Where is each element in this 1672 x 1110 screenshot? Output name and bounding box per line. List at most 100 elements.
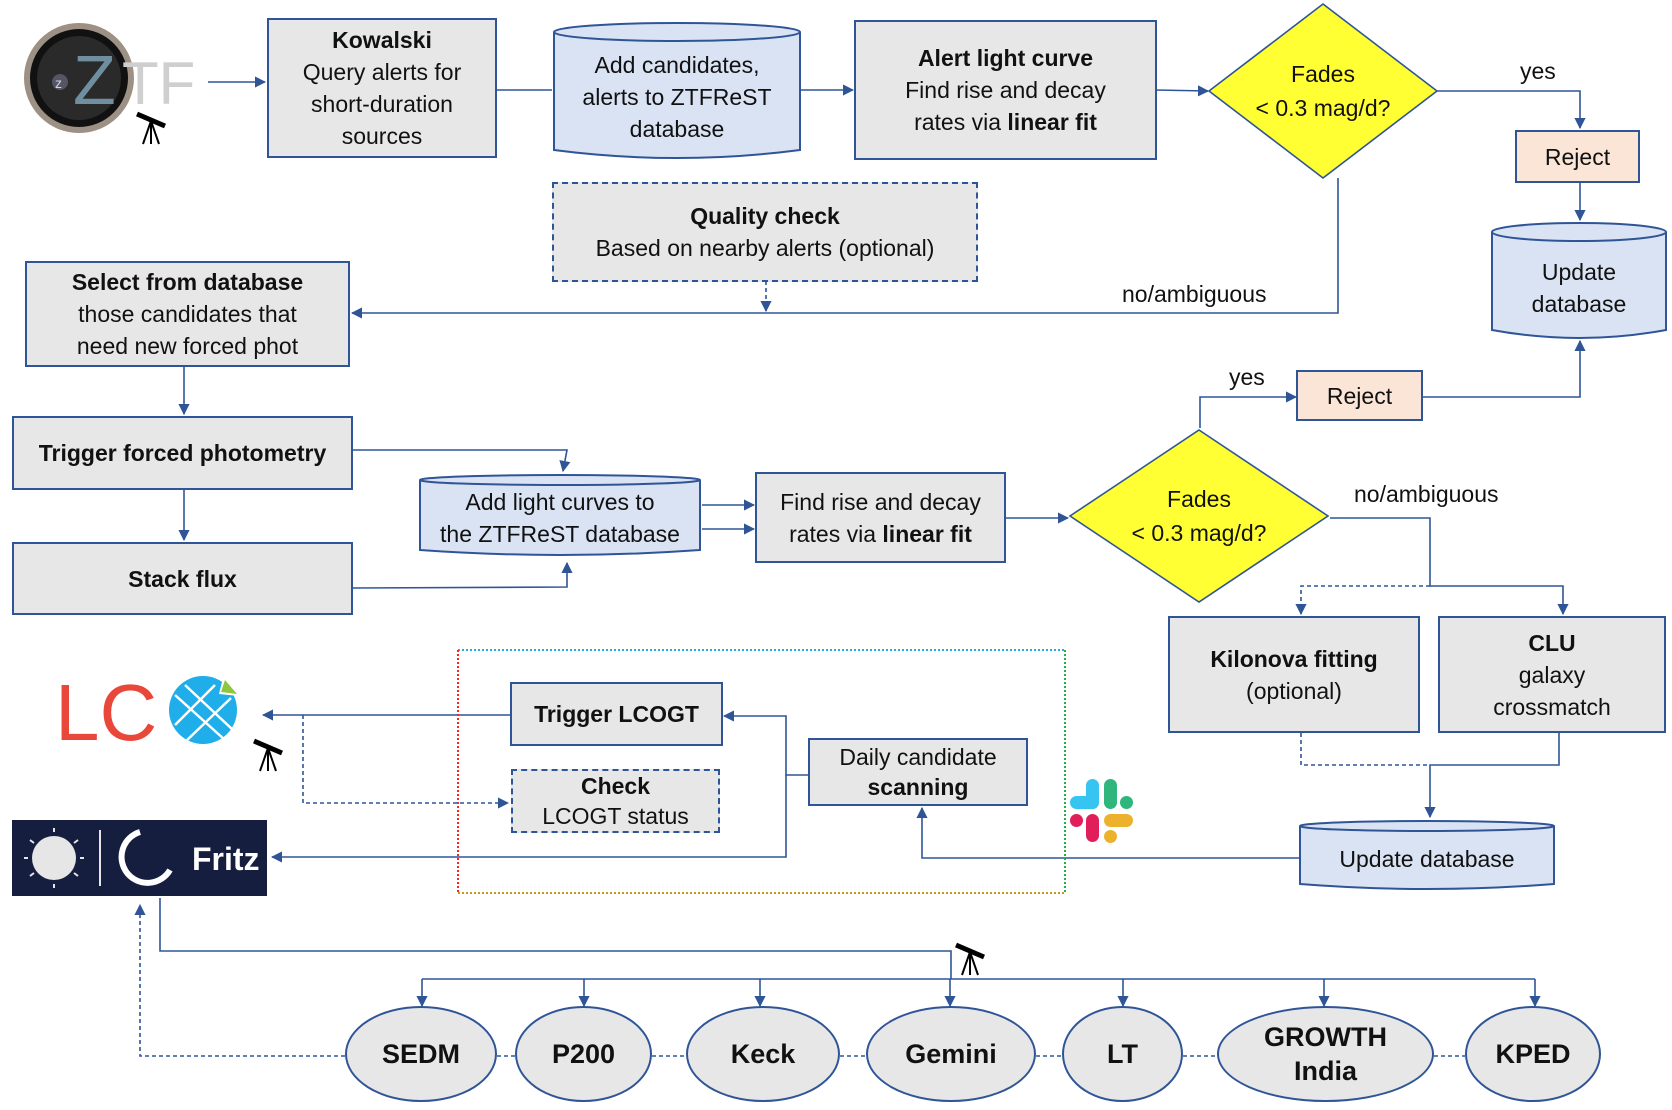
trigger-lcogt-node: Trigger LCOGT bbox=[510, 682, 723, 746]
fritz-logo: Fritz bbox=[12, 820, 267, 896]
kilonova-title: Kilonova fitting bbox=[1210, 645, 1378, 672]
svg-text:z: z bbox=[55, 75, 62, 91]
db-line: database bbox=[629, 116, 725, 142]
svg-text:TF: TF bbox=[122, 50, 195, 117]
edge-lco-check bbox=[302, 715, 510, 809]
db-line: Update database bbox=[1339, 846, 1515, 872]
text-bold: linear fit bbox=[1007, 109, 1097, 135]
telescope-label: GROWTH bbox=[1264, 1022, 1387, 1052]
find-rise-line: Find rise and decay bbox=[780, 488, 981, 515]
text-bold: linear fit bbox=[882, 520, 972, 547]
decision-fades-top: Fades < 0.3 mag/d? bbox=[1207, 2, 1439, 180]
telescope-label: P200 bbox=[551, 1039, 616, 1069]
check-title: Check bbox=[580, 773, 651, 799]
edge-clu-merge bbox=[1424, 733, 1560, 819]
daily-line: Daily candidate bbox=[839, 744, 997, 770]
edge-fritz-telescopes bbox=[159, 898, 952, 979]
decision-line: < 0.3 mag/d? bbox=[1255, 95, 1391, 121]
text: rates via bbox=[914, 109, 1008, 135]
decision-line: < 0.3 mag/d? bbox=[1131, 520, 1267, 546]
kowalski-node: Kowalski Query alerts for short-duration… bbox=[267, 18, 497, 158]
svg-text:Z: Z bbox=[73, 41, 116, 119]
db-line: Add light curves to bbox=[465, 489, 655, 515]
decision-line: Fades bbox=[1167, 486, 1231, 512]
trigger-lcogt-title: Trigger LCOGT bbox=[534, 701, 699, 727]
kilonova-subtitle: (optional) bbox=[1246, 677, 1342, 704]
telescope-node-sedm: SEDM bbox=[345, 1006, 497, 1102]
ztf-logo: z Z TF bbox=[22, 20, 212, 140]
edge-label-yes-mid: yes bbox=[1229, 364, 1265, 390]
reject-mid-node: Reject bbox=[1296, 370, 1423, 421]
kowalski-title: Kowalski bbox=[332, 27, 432, 53]
reject-label: Reject bbox=[1326, 382, 1393, 409]
trigger-forced-title: Trigger forced photometry bbox=[38, 440, 327, 466]
text: rates via bbox=[789, 520, 883, 547]
find-rise-decay-node: Find rise and decay rates via linear fit bbox=[755, 472, 1006, 563]
decision-line: Fades bbox=[1291, 61, 1355, 87]
clu-line: crossmatch bbox=[1493, 693, 1611, 720]
alert-lc-line: rates via linear fit bbox=[914, 106, 1097, 138]
update-database-bottom: Update database bbox=[1298, 818, 1556, 892]
telescope-icon bbox=[135, 108, 169, 146]
clu-title: CLU bbox=[1528, 629, 1576, 656]
kowalski-line: short-duration bbox=[311, 91, 453, 117]
edge-decision-reject-top bbox=[1420, 90, 1586, 130]
db-line: Add candidates, bbox=[594, 52, 760, 78]
slack-logo bbox=[1068, 775, 1138, 845]
edge-rejectmid-updatedb bbox=[1423, 339, 1586, 398]
db-line: the ZTFReST database bbox=[440, 521, 680, 547]
telescope-label: Keck bbox=[730, 1039, 796, 1069]
db-line: Update bbox=[1541, 259, 1617, 285]
telescope-label: KPED bbox=[1495, 1039, 1571, 1069]
reject-label: Reject bbox=[1544, 143, 1611, 170]
clu-line: galaxy bbox=[1518, 661, 1586, 688]
alert-lc-title: Alert light curve bbox=[917, 45, 1094, 71]
trigger-forced-photometry-node: Trigger forced photometry bbox=[12, 416, 353, 490]
telescope-node-kped: KPED bbox=[1465, 1006, 1601, 1102]
check-lcogt-status-node: Check LCOGT status bbox=[511, 769, 720, 833]
edge-label-yes-top: yes bbox=[1520, 58, 1556, 84]
db-line: database bbox=[1531, 291, 1627, 317]
telescope-node-p200: P200 bbox=[515, 1006, 652, 1102]
edge-daily-trigger bbox=[722, 710, 810, 776]
quality-check-title: Quality check bbox=[690, 203, 840, 229]
quality-check-node: Quality check Based on nearby alerts (op… bbox=[552, 182, 978, 282]
edge-decision-branch bbox=[1330, 517, 1569, 616]
edge-stack-addlc bbox=[352, 561, 573, 589]
kowalski-line: Query alerts for bbox=[302, 59, 462, 85]
add-light-curves-database: Add light curves to the ZTFReST database bbox=[418, 472, 702, 558]
edge-decision-reject-mid bbox=[1199, 391, 1298, 428]
edge-label-no-top: no/ambiguous bbox=[1122, 281, 1267, 307]
stack-flux-title: Stack flux bbox=[128, 565, 237, 592]
alert-light-curve-node: Alert light curve Find rise and decay ra… bbox=[854, 20, 1157, 160]
daily-candidate-scanning-node: Daily candidate scanning bbox=[808, 738, 1028, 806]
telescope-node-lt: LT bbox=[1062, 1006, 1183, 1102]
db-line: alerts to ZTFReST bbox=[582, 84, 772, 110]
update-database-top: Update database bbox=[1490, 220, 1668, 342]
svg-text:Fritz: Fritz bbox=[192, 841, 260, 877]
telescope-label: SEDM bbox=[381, 1039, 460, 1069]
find-rise-line: rates via linear fit bbox=[789, 518, 972, 550]
telescope-label: Gemini bbox=[905, 1039, 997, 1069]
telescope-node-gemini: Gemini bbox=[866, 1006, 1036, 1102]
kowalski-line: sources bbox=[341, 123, 423, 149]
clu-crossmatch-node: CLU galaxy crossmatch bbox=[1438, 616, 1666, 733]
telescope-icon bbox=[252, 735, 286, 773]
edge-telescopes-fritz bbox=[134, 903, 345, 1057]
check-subtitle: LCOGT status bbox=[542, 803, 689, 829]
telescope-node-growth-india: GROWTH India bbox=[1217, 1006, 1434, 1102]
decision-fades-mid: Fades < 0.3 mag/d? bbox=[1068, 428, 1330, 604]
lco-logo: LC bbox=[55, 668, 245, 757]
add-candidates-database: Add candidates, alerts to ZTFReST databa… bbox=[552, 20, 802, 162]
telescope-node-keck: Keck bbox=[686, 1006, 840, 1102]
kilonova-fitting-node: Kilonova fitting (optional) bbox=[1168, 616, 1420, 733]
edge-kilonova-merge bbox=[1300, 733, 1430, 766]
daily-line-bold: scanning bbox=[867, 774, 969, 800]
select-line: those candidates that bbox=[78, 301, 297, 327]
stack-flux-node: Stack flux bbox=[12, 542, 353, 615]
telescope-label: LT bbox=[1107, 1039, 1138, 1069]
telescope-icon bbox=[954, 939, 988, 977]
select-database-node: Select from database those candidates th… bbox=[25, 261, 350, 367]
select-line: need new forced phot bbox=[76, 333, 299, 359]
telescope-label: India bbox=[1293, 1056, 1357, 1086]
